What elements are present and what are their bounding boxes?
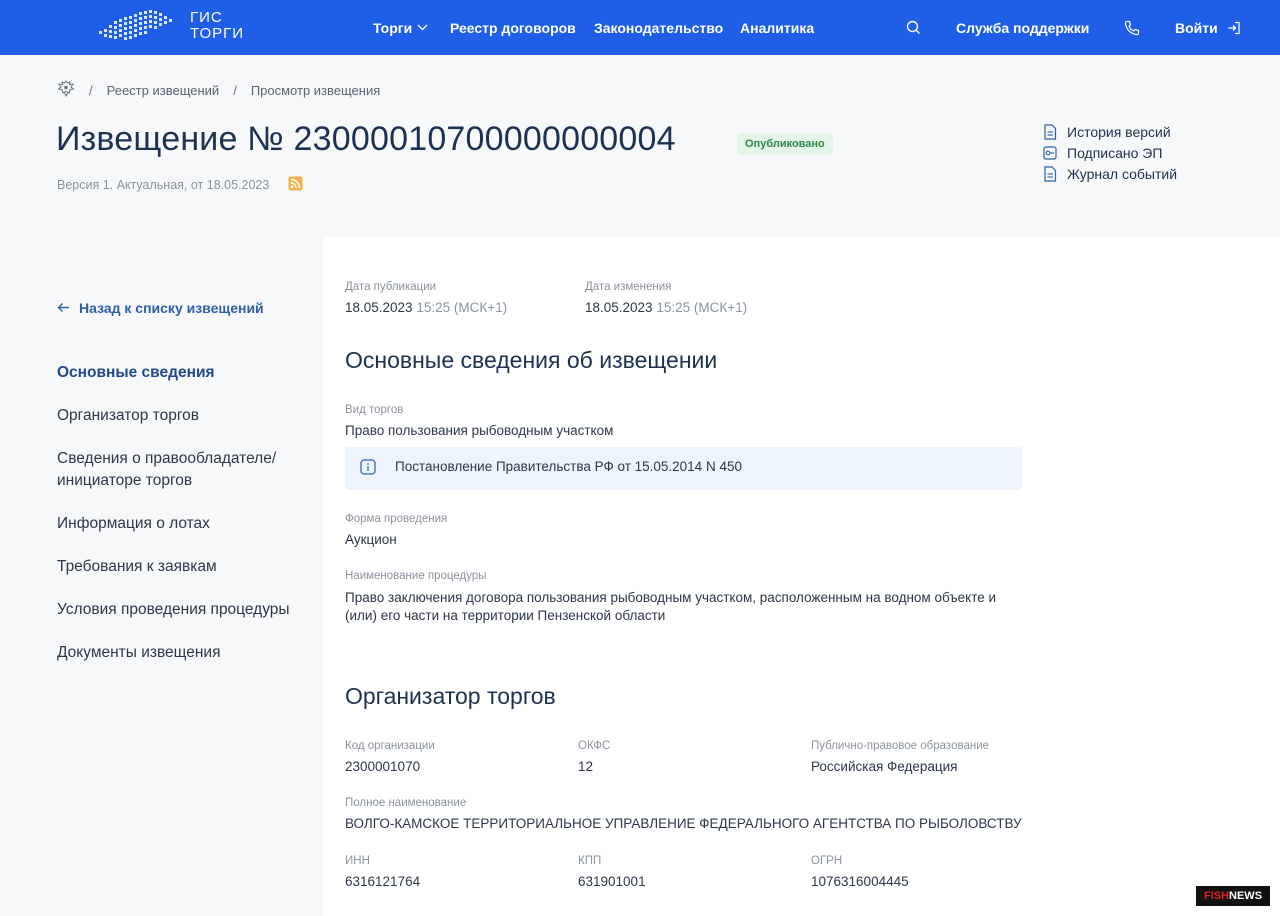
menu-item-organizer[interactable]: Организатор торгов [57, 405, 307, 427]
procedure-name-label: Наименование процедуры [345, 570, 487, 582]
menu-item-requirements[interactable]: Требования к заявкам [57, 556, 307, 578]
nav-item-legislation[interactable]: Законодательство [594, 0, 723, 55]
section-title-organizer: Организатор торгов [345, 683, 556, 709]
version-history-link[interactable]: История версий [1043, 123, 1177, 140]
trade-type-label: Вид торгов [345, 404, 404, 416]
arrow-left-icon [57, 300, 70, 316]
signed-ep-link[interactable]: Подписано ЭП [1043, 144, 1177, 161]
rss-icon[interactable] [288, 176, 303, 196]
inn-value: 6316121764 [345, 874, 421, 889]
side-link-label: История версий [1067, 123, 1171, 140]
nav-item-label: Реестр договоров [450, 19, 576, 36]
full-name-label: Полное наименование [345, 797, 467, 809]
published-date: 18.05.2023 [345, 300, 413, 315]
menu-item-right-holder[interactable]: Сведения о правообладателе/ инициаторе т… [57, 448, 307, 492]
ogrn-label: ОГРН [811, 855, 843, 867]
ppo-label: Публично-правовое образование [811, 740, 990, 752]
ppo-value: Российская Федерация [811, 759, 958, 774]
trade-type-value: Право пользования рыбоводным участком [345, 423, 614, 438]
breadcrumb-separator: / [89, 82, 93, 98]
menu-item-basic-info[interactable]: Основные сведения [57, 362, 307, 384]
site-logo[interactable]: ГИС ТОРГИ [97, 7, 247, 47]
document-icon [1043, 123, 1057, 140]
logo-line-2: ТОРГИ [190, 25, 245, 42]
inn-label: ИНН [345, 855, 370, 867]
full-name-value: ВОЛГО-КАМСКОЕ ТЕРРИТОРИАЛЬНОЕ УПРАВЛЕНИЕ… [345, 816, 1022, 831]
org-code-label: Код организации [345, 740, 435, 752]
kpp-value: 631901001 [578, 874, 646, 889]
modified-date-value: 18.05.2023 15:25 (МСК+1) [585, 300, 747, 315]
nav-item-label: Законодательство [594, 19, 724, 36]
fishnews-watermark: FISHNEWS [1196, 886, 1270, 906]
breadcrumb-item-view-notice: Просмотр извещения [250, 82, 381, 98]
breadcrumb: / Реестр извещений / Просмотр извещения [57, 80, 380, 100]
nav-item-torgi[interactable]: Торги [373, 20, 428, 36]
login-button[interactable]: Войти [1175, 0, 1241, 55]
org-code-value: 2300001070 [345, 759, 421, 774]
modified-date: 18.05.2023 [585, 300, 653, 315]
logo-text: ГИС ТОРГИ [190, 10, 244, 42]
nav-item-analytics[interactable]: Аналитика [740, 0, 814, 55]
published-date-label: Дата публикации [345, 281, 437, 293]
side-link-label: Журнал событий [1067, 165, 1178, 182]
side-link-label: Подписано ЭП [1067, 144, 1163, 161]
event-log-link[interactable]: Журнал событий [1043, 165, 1177, 182]
breadcrumb-item-notice-registry[interactable]: Реестр извещений [107, 83, 220, 98]
nav-item-label: Торги [373, 19, 413, 36]
info-note-box: Постановление Правительства РФ от 15.05.… [345, 447, 1022, 490]
modified-date-label: Дата изменения [585, 281, 672, 293]
phone-button[interactable] [1124, 0, 1140, 55]
published-date-value: 18.05.2023 15:25 (МСК+1) [345, 300, 507, 315]
menu-item-lots[interactable]: Информация о лотах [57, 513, 307, 535]
login-label: Войти [1175, 19, 1218, 36]
okfs-label: ОКФС [578, 740, 611, 752]
login-icon [1227, 21, 1241, 35]
back-link-label: Назад к списку извещений [79, 300, 264, 316]
nav-item-contracts[interactable]: Реестр договоров [450, 0, 576, 55]
kpp-label: КПП [578, 855, 602, 867]
published-time: 15:25 (МСК+1) [416, 300, 508, 315]
support-label: Служба поддержки [956, 19, 1090, 36]
okfs-value: 12 [578, 759, 594, 774]
version-info: Версия 1. Актуальная, от 18.05.2023 [57, 178, 270, 192]
ogrn-value: 1076316004445 [811, 874, 909, 889]
menu-item-documents[interactable]: Документы извещения [57, 642, 307, 664]
russia-map-logo-icon [99, 10, 172, 40]
phone-icon [1124, 20, 1140, 36]
search-button[interactable] [906, 0, 921, 55]
menu-item-procedure-conditions[interactable]: Условия проведения процедуры [57, 599, 307, 621]
support-link[interactable]: Служба поддержки [956, 0, 1089, 55]
logo-line-1: ГИС [190, 9, 223, 26]
nav-item-label: Аналитика [740, 19, 815, 36]
top-navigation-bar: ГИС ТОРГИ Торги Реестр договоров Законод… [0, 0, 1280, 55]
back-to-list-link[interactable]: Назад к списку извещений [57, 300, 264, 316]
page-title: Извещение № 23000010700000000004 [56, 120, 676, 158]
form-label: Форма проведения [345, 513, 448, 525]
info-note-text: Постановление Правительства РФ от 15.05.… [395, 459, 742, 474]
breadcrumb-separator: / [233, 82, 237, 98]
document-icon [1043, 165, 1057, 182]
info-icon [360, 459, 376, 480]
modified-time: 15:25 (МСК+1) [656, 300, 748, 315]
key-icon [1043, 145, 1057, 161]
chevron-down-icon [417, 24, 428, 31]
watermark-part-2: NEWS [1229, 890, 1263, 902]
procedure-name-value: Право заключения договора пользования ры… [345, 590, 997, 623]
section-title-basic-info: Основные сведения об извещении [345, 347, 718, 373]
nav-menu: Торги [373, 0, 428, 55]
emblem-icon[interactable] [57, 80, 75, 100]
search-icon [906, 20, 921, 35]
notice-actions: История версий Подписано ЭП Журнал событ… [1043, 123, 1177, 182]
form-value: Аукцион [345, 532, 397, 547]
section-menu: Основные сведения Организатор торгов Све… [57, 362, 307, 685]
status-badge: Опубликовано [737, 133, 833, 155]
watermark-part-1: FISH [1203, 890, 1230, 902]
